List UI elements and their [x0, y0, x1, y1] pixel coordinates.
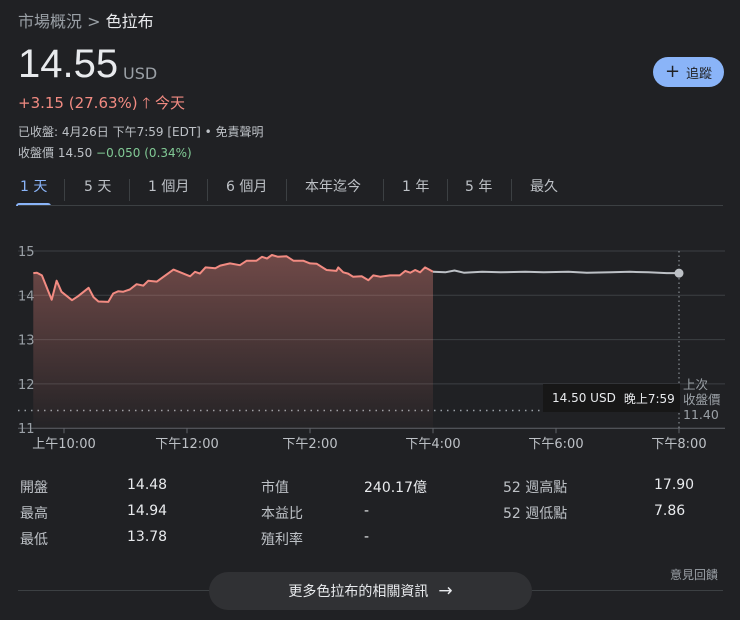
stat-label: 52 週低點 [503, 506, 568, 522]
stat-label: 本益比 [261, 506, 303, 522]
more-info-button[interactable]: 更多色拉布的相關資訊 → [209, 572, 532, 610]
tooltip-price: 14.50 USD [552, 391, 616, 405]
x-tick-label: 下午12:00 [155, 437, 218, 452]
arrow-right-icon: → [438, 581, 453, 601]
y-tick-label: 11 [18, 422, 35, 437]
tooltip-time: 晚上7:59 [623, 391, 675, 406]
y-tick-label: 14 [18, 289, 35, 304]
stat-value: 17.90 [654, 477, 695, 493]
x-tick-label: 上午10:00 [32, 437, 95, 452]
x-tick-label: 下午6:00 [528, 437, 583, 452]
stat-label: 開盤 [20, 480, 48, 496]
chart-tooltip: 14.50 USD 晚上7:59 [543, 384, 680, 412]
price-line-after-hours [432, 269, 679, 275]
y-tick-label: 15 [18, 245, 35, 260]
stat-value: - [364, 503, 370, 519]
x-tick-label: 下午8:00 [651, 437, 706, 452]
stat-value: 14.94 [127, 503, 168, 519]
previous-close-label: 上次 收盤價 11.40 [683, 377, 721, 422]
y-tick-label: 12 [18, 378, 35, 393]
x-tick-label: 下午4:00 [405, 437, 460, 452]
y-tick-label: 13 [18, 334, 35, 349]
stat-value: 13.78 [127, 529, 168, 545]
stat-label: 52 週高點 [503, 480, 568, 496]
stat-value: - [364, 529, 370, 545]
more-info-label: 更多色拉布的相關資訊 [288, 584, 429, 600]
x-tick-label: 下午2:00 [282, 437, 337, 452]
stat-value: 240.17億 [364, 480, 427, 496]
stat-label: 市值 [261, 480, 289, 496]
hover-point [674, 268, 684, 278]
stat-label: 殖利率 [261, 532, 303, 548]
price-area [33, 255, 433, 429]
stat-value: 14.48 [127, 477, 168, 493]
feedback-link[interactable]: 意見回饋 [670, 566, 718, 583]
stat-value: 7.86 [654, 503, 686, 519]
stat-label: 最低 [20, 532, 48, 548]
previous-close-value: 11.40 [683, 407, 719, 422]
stat-label: 最高 [20, 506, 48, 522]
